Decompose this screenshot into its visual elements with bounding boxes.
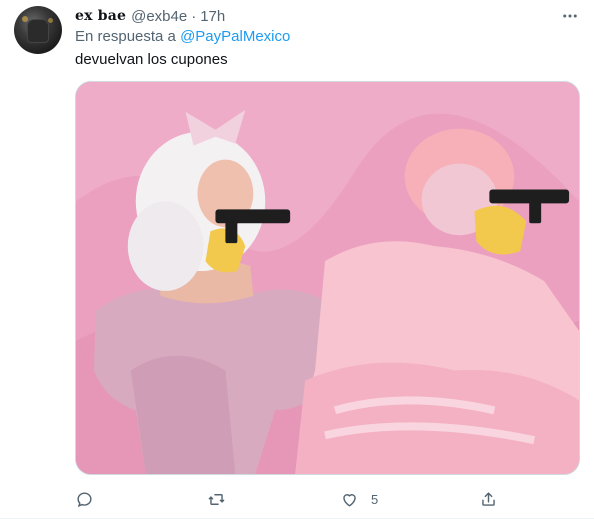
- share-button[interactable]: [479, 485, 498, 513]
- tweet-text: devuelvan los cupones: [75, 51, 228, 68]
- avatar-detail: [48, 18, 53, 23]
- heart-icon: [343, 493, 356, 507]
- avatar-detail: [22, 16, 28, 22]
- reply-button[interactable]: [75, 485, 94, 513]
- more-icon: [563, 14, 577, 18]
- separator-dot: ·: [191, 7, 197, 25]
- reply-icon: [77, 491, 92, 507]
- tweet-timestamp[interactable]: 17h: [200, 8, 225, 25]
- author-name[interactable]: ex bae: [75, 8, 126, 24]
- media-illustration: [76, 82, 579, 474]
- avatar-figure: [28, 20, 48, 42]
- avatar[interactable]: [14, 6, 62, 54]
- reply-prefix: En respuesta a: [75, 28, 176, 45]
- tweet-card[interactable]: ex bae @exb4e · 17h En respuesta a @PayP…: [0, 0, 594, 519]
- like-button[interactable]: 5: [340, 485, 378, 513]
- like-count: 5: [371, 491, 379, 507]
- retweet-button[interactable]: [207, 485, 226, 513]
- retweet-icon: [208, 493, 225, 505]
- author-handle[interactable]: @exb4e: [131, 8, 187, 25]
- more-button[interactable]: [558, 6, 582, 26]
- tweet-actions: 5: [75, 485, 580, 513]
- share-icon: [482, 491, 495, 506]
- tweet-media-image[interactable]: [75, 81, 580, 475]
- reply-context: En respuesta a @PayPalMexico: [75, 28, 290, 45]
- tweet-header: ex bae @exb4e · 17h: [75, 6, 225, 26]
- reply-to-link[interactable]: @PayPalMexico: [180, 28, 290, 45]
